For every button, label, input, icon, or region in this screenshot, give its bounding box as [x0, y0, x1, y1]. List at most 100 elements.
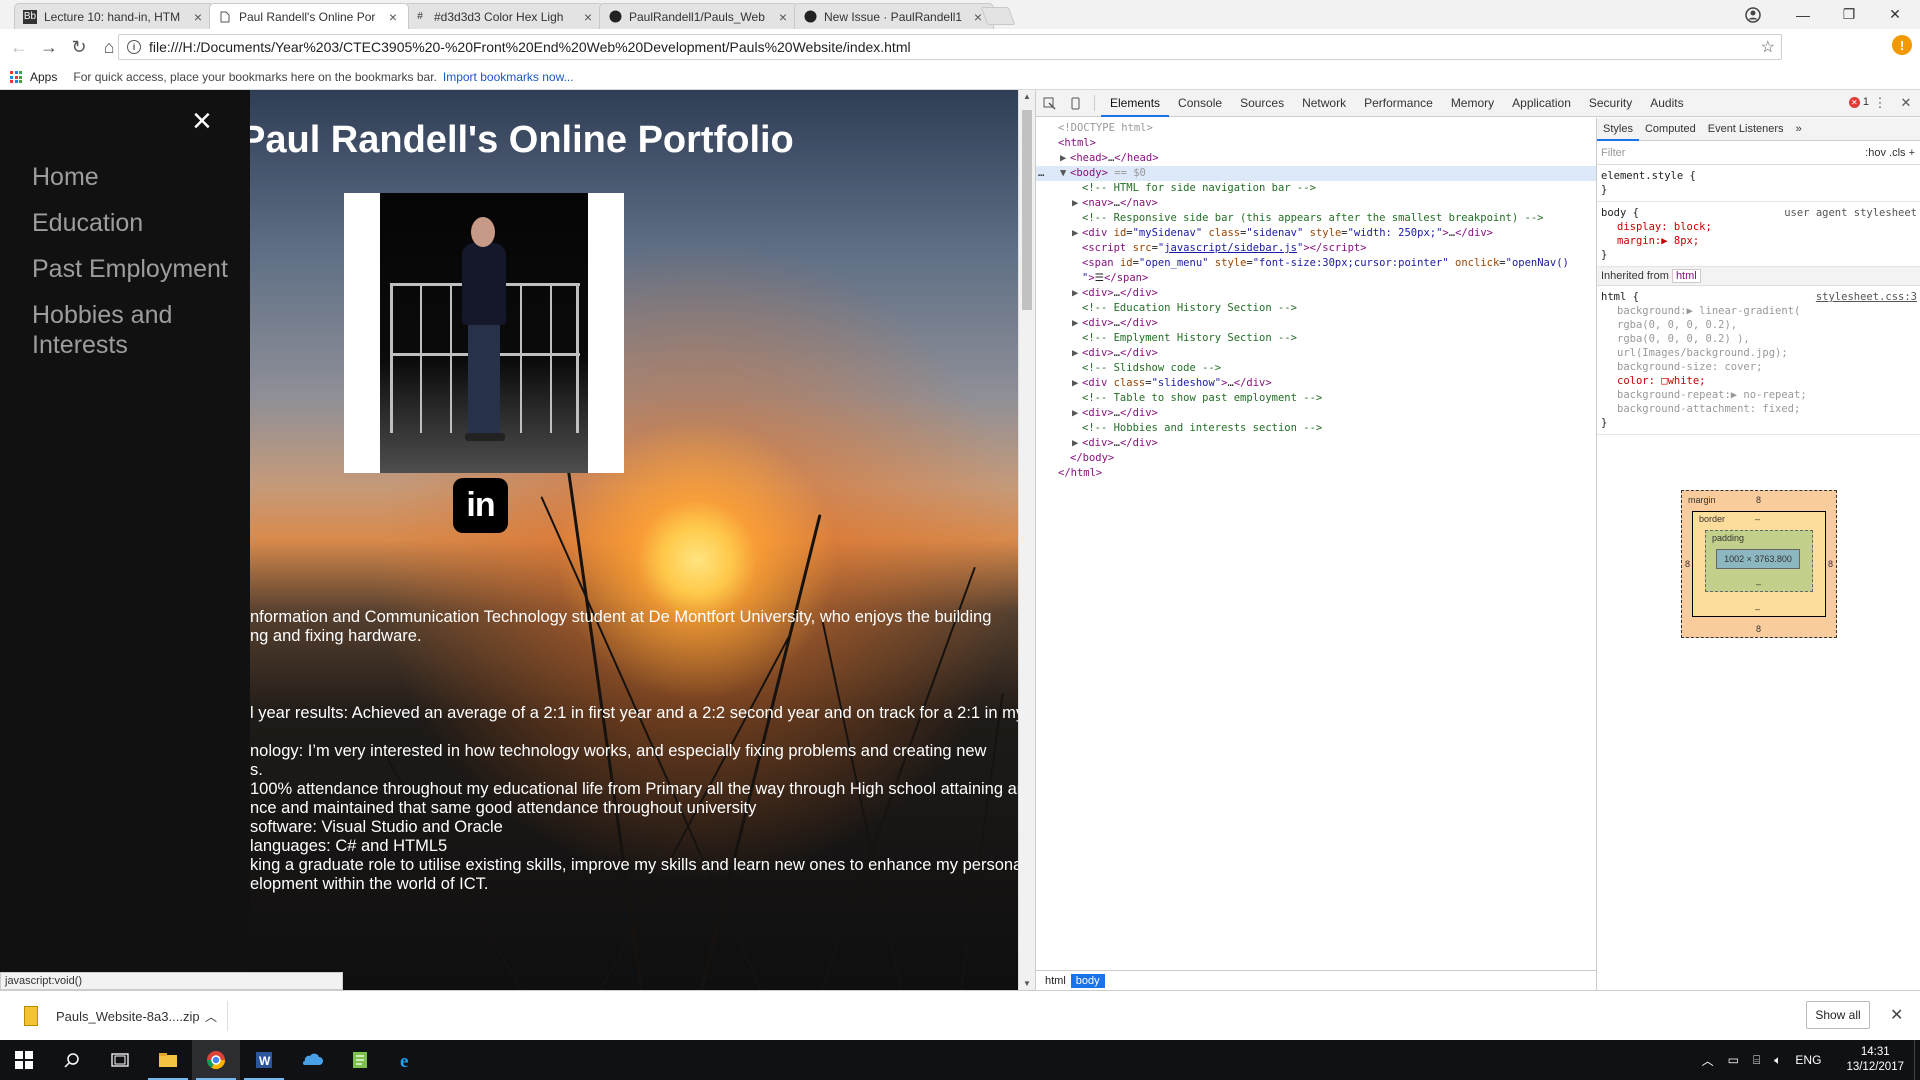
subtab-computed[interactable]: Computed	[1639, 123, 1702, 135]
collapsed-triangle-icon[interactable]: ▶	[1060, 151, 1070, 166]
start-button[interactable]	[0, 1040, 48, 1080]
nav-past-employment[interactable]: Past Employment	[32, 254, 242, 284]
devtools-menu-icon[interactable]: ⋮	[1867, 90, 1893, 117]
element-style-rule[interactable]: element.style { }	[1597, 165, 1920, 202]
bookmark-star-icon[interactable]: ☆	[1761, 37, 1775, 57]
file-explorer-icon[interactable]	[144, 1040, 192, 1080]
tab-lecture-10[interactable]: Bb Lecture 10: hand-in, HTM ×	[14, 3, 214, 29]
subtab-more[interactable]: »	[1790, 123, 1808, 135]
tab-close-icon[interactable]: ×	[386, 9, 400, 25]
devtools-tab-performance[interactable]: Performance	[1355, 90, 1442, 117]
close-window-button[interactable]: ✕	[1872, 0, 1918, 29]
show-desktop-button[interactable]	[1914, 1040, 1920, 1080]
filter-input[interactable]: Filter	[1601, 147, 1625, 159]
reload-button[interactable]: ↻	[64, 32, 94, 62]
devtools-close-icon[interactable]: ✕	[1893, 90, 1919, 117]
devtools-tab-console[interactable]: Console	[1169, 90, 1231, 117]
devtools-tab-elements[interactable]: Elements	[1101, 90, 1170, 117]
node-actions-icon[interactable]: …	[1038, 166, 1044, 181]
dom-node-line[interactable]: ▶ <div class="slideshow">…</div>	[1036, 376, 1596, 391]
word-icon[interactable]: W	[240, 1040, 288, 1080]
apps-link[interactable]: Apps	[30, 70, 57, 84]
collapsed-triangle-icon[interactable]: ▶	[1072, 376, 1082, 391]
collapsed-triangle-icon[interactable]: ▶	[1072, 406, 1082, 421]
devtools-tab-memory[interactable]: Memory	[1442, 90, 1503, 117]
devtools-tab-audits[interactable]: Audits	[1641, 90, 1692, 117]
dom-node-line[interactable]: <!DOCTYPE html>	[1036, 121, 1596, 136]
language-indicator[interactable]: ENG	[1795, 1053, 1821, 1067]
devtools-tab-security[interactable]: Security	[1580, 90, 1641, 117]
chevron-up-icon[interactable]: ︿	[205, 1008, 217, 1025]
search-icon[interactable]	[48, 1040, 96, 1080]
dom-node-line[interactable]: ▶ <head>…</head>	[1036, 151, 1596, 166]
internet-explorer-icon[interactable]: e	[384, 1040, 432, 1080]
back-button[interactable]: ←	[4, 32, 34, 62]
collapsed-triangle-icon[interactable]: ▶	[1072, 346, 1082, 361]
collapsed-triangle-icon[interactable]: ▶	[1072, 226, 1082, 241]
nav-hobbies-and-interests[interactable]: Hobbies and Interests	[32, 300, 242, 360]
show-all-button[interactable]: Show all	[1806, 1001, 1870, 1029]
dom-node-line[interactable]: <html>	[1036, 136, 1596, 151]
collapsed-triangle-icon[interactable]: ▶	[1072, 316, 1082, 331]
devtools-tab-application[interactable]: Application	[1503, 90, 1580, 117]
restore-button[interactable]: ❐	[1826, 0, 1872, 29]
minimize-button[interactable]: —	[1780, 0, 1826, 29]
dom-node-line[interactable]: ">☰</span>	[1036, 271, 1596, 286]
collapsed-triangle-icon[interactable]: ▶	[1072, 286, 1082, 301]
inspect-element-icon[interactable]	[1036, 90, 1062, 117]
apps-icon[interactable]	[10, 71, 22, 83]
dom-node-line[interactable]: ▶ <div>…</div>	[1036, 316, 1596, 331]
tab-color-hex[interactable]: # #d3d3d3 Color Hex Ligh ×	[404, 3, 604, 29]
linkedin-icon[interactable]: in	[453, 478, 508, 533]
tab-github-repo[interactable]: PaulRandell1/Pauls_Web ×	[599, 3, 799, 29]
tab-close-icon[interactable]: ×	[776, 9, 790, 25]
scroll-thumb[interactable]	[1022, 110, 1032, 310]
devtools-tab-network[interactable]: Network	[1293, 90, 1355, 117]
inherited-tag[interactable]: html	[1671, 269, 1701, 283]
task-view-icon[interactable]	[96, 1040, 144, 1080]
close-shelf-icon[interactable]: ✕	[1890, 1005, 1903, 1025]
dom-node-line[interactable]: ▶ <div>…</div>	[1036, 346, 1596, 361]
dom-node-line[interactable]: <!-- Responsive side bar (this appears a…	[1036, 211, 1596, 226]
new-tab-button[interactable]	[980, 7, 1016, 25]
scroll-down-icon[interactable]: ▼	[1023, 979, 1031, 988]
scroll-up-icon[interactable]: ▲	[1023, 92, 1031, 101]
dom-node-line[interactable]: ▶ <div>…</div>	[1036, 406, 1596, 421]
subtab-styles[interactable]: Styles	[1597, 118, 1639, 141]
dom-node-line[interactable]: </html>	[1036, 466, 1596, 481]
dom-node-line[interactable]: <span id="open_menu" style="font-size:30…	[1036, 256, 1596, 271]
action-center-icon[interactable]: ▭	[1728, 1053, 1739, 1067]
forward-button[interactable]: →	[34, 32, 64, 62]
download-item[interactable]: Pauls_Website-8a3....zip ︿	[16, 1001, 228, 1031]
tray-overflow-icon[interactable]: ︿	[1702, 1052, 1714, 1069]
dom-node-line[interactable]: … ▼ <body> == $0	[1036, 166, 1596, 181]
breadcrumb-body[interactable]: body	[1070, 973, 1105, 988]
dom-node-line[interactable]: ▶ <div>…</div>	[1036, 436, 1596, 451]
nav-education[interactable]: Education	[32, 208, 242, 238]
subtab-event-listeners[interactable]: Event Listeners	[1702, 123, 1790, 135]
expanded-triangle-icon[interactable]: ▼	[1060, 166, 1070, 181]
html-rule[interactable]: stylesheet.css:3 html { background:▶ lin…	[1597, 286, 1920, 435]
tab-close-icon[interactable]: ×	[191, 9, 205, 25]
rule-source-link[interactable]: stylesheet.css:3	[1816, 290, 1917, 304]
dom-node-line[interactable]: ▶ <nav>…</nav>	[1036, 196, 1596, 211]
error-counter[interactable]: ✕ 1	[1848, 96, 1869, 108]
import-bookmarks-link[interactable]: Import bookmarks now...	[443, 70, 574, 84]
device-toolbar-icon[interactable]	[1062, 90, 1088, 117]
dom-node-line[interactable]: ▶ <div id="mySidenav" class="sidenav" sty…	[1036, 226, 1596, 241]
tab-portfolio[interactable]: Paul Randell's Online Por ×	[209, 3, 409, 29]
address-bar[interactable]: i file:///H:/Documents/Year%203/CTEC3905…	[118, 34, 1782, 60]
info-icon[interactable]: i	[127, 40, 141, 54]
collapsed-triangle-icon[interactable]: ▶	[1072, 436, 1082, 451]
body-rule[interactable]: user agent stylesheet body { display: bl…	[1597, 202, 1920, 267]
devtools-tab-sources[interactable]: Sources	[1231, 90, 1293, 117]
dom-node-line[interactable]: <!-- Table to show past employment -->	[1036, 391, 1596, 406]
dom-node-line[interactable]: <!-- Hobbies and interests section -->	[1036, 421, 1596, 436]
notepad-plus-icon[interactable]	[336, 1040, 384, 1080]
collapsed-triangle-icon[interactable]: ▶	[1072, 196, 1082, 211]
dom-tree[interactable]: <!DOCTYPE html> <html> ▶ <head>…</head>… ▼ <b…	[1036, 118, 1596, 963]
breadcrumb-html[interactable]: html	[1040, 974, 1071, 988]
tab-new-issue[interactable]: New Issue · PaulRandell1 ×	[794, 3, 994, 29]
page-scrollbar[interactable]: ▲ ▼	[1018, 90, 1035, 990]
tab-close-icon[interactable]: ×	[581, 9, 595, 25]
